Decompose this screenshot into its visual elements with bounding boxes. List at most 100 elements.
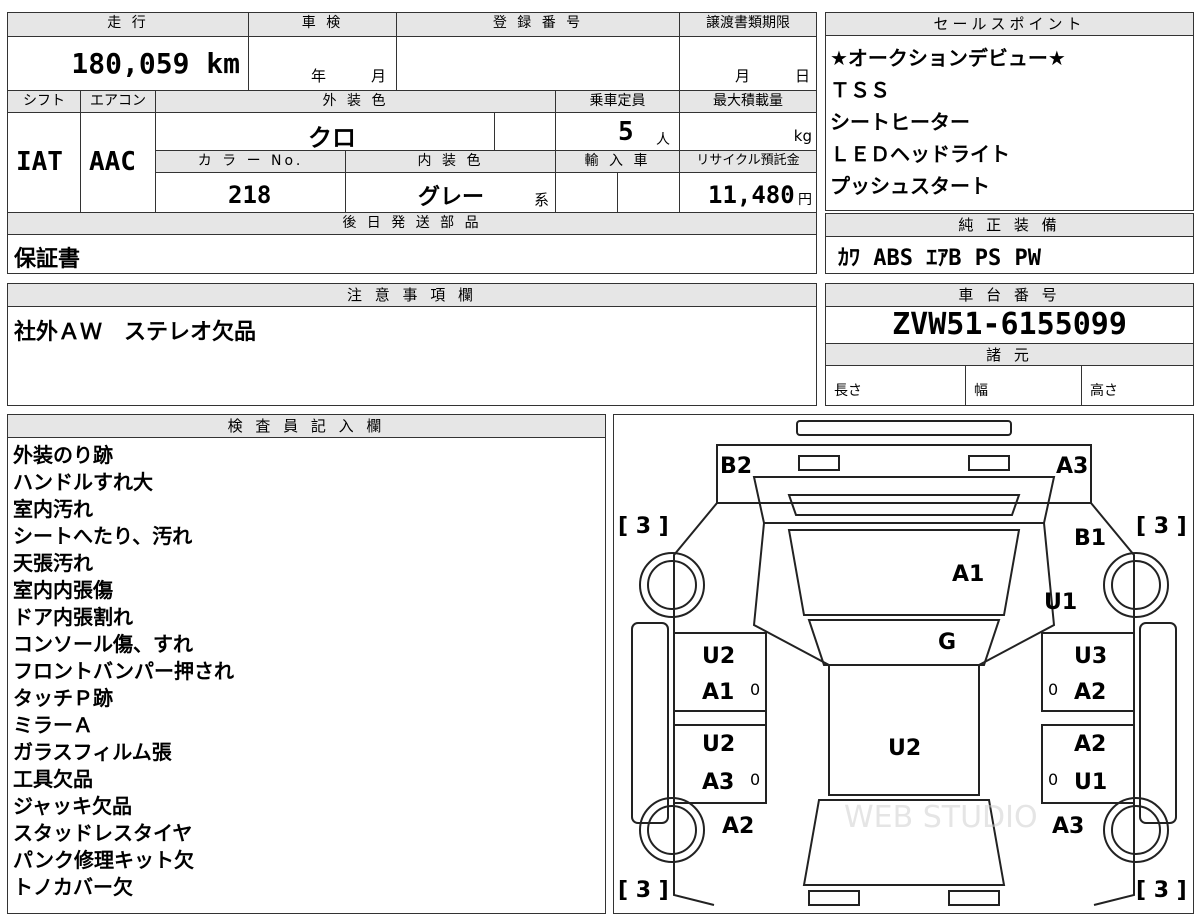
inspector-line: ハンドルすれ大 — [13, 470, 153, 494]
damage-mark: U1 — [1044, 590, 1077, 615]
shaken-header: 車 検 — [249, 13, 397, 37]
later-parts-cell: 保証書 — [8, 235, 817, 273]
deadline-day-unit: 日 — [795, 67, 811, 85]
capacity-unit: 人 — [656, 132, 670, 148]
inspector-line: シートへたり、汚れ — [13, 524, 193, 548]
spec-width-label: 幅 — [974, 383, 988, 399]
zero-mark: 0 — [750, 680, 760, 699]
spec-height: 高さ — [1082, 366, 1193, 405]
genuine-equipment-box: 純 正 装 備 ｶﾜ ABS ｴｱB PS PW — [825, 213, 1194, 274]
inspector-line: タッチＰ跡 — [13, 686, 113, 710]
inspector-line: パンク修理キット欠 — [13, 848, 194, 872]
recycle-unit: 円 — [798, 192, 812, 208]
exterior-color-value: クロ — [308, 124, 356, 152]
chassis-box: 車 台 番 号 ZVW51-6155099 諸 元 長さ 幅 高さ — [825, 283, 1194, 406]
wheel-rear-right-inner — [1111, 560, 1161, 610]
sales-points-header: セールスポイント — [826, 13, 1193, 36]
inspector-line: コンソール傷、すれ — [13, 632, 193, 656]
inspector-line: 外装のり跡 — [13, 443, 113, 467]
wheel-front-left — [639, 797, 705, 863]
interior-color-suffix: 系 — [534, 191, 550, 209]
sales-point-item: ＴＳＳ — [830, 78, 890, 102]
sales-points-list: ★オークションデビュー★ ＴＳＳ シートヒーター ＬＥＤヘッドライト プッシュス… — [826, 36, 1193, 208]
inspector-line: ガラスフィルム張 — [13, 740, 172, 764]
tire-tread-front-right: [ 3 ] — [1136, 878, 1187, 903]
right-side-rail — [1139, 622, 1177, 824]
registration-cell — [397, 37, 680, 91]
color-no-header: カ ラ ー No. — [156, 151, 346, 173]
deadline-cell: 月 日 — [680, 37, 817, 91]
chassis-header: 車 台 番 号 — [826, 284, 1193, 307]
capacity-value: 5 — [618, 117, 634, 147]
shaken-cell: 年 月 — [249, 37, 397, 91]
watermark: WEB STUDIO — [844, 800, 1038, 835]
rear-bumper-top — [796, 420, 1012, 436]
chassis-value-row: ZVW51-6155099 — [826, 306, 1193, 344]
wheel-rear-right — [1103, 552, 1169, 618]
damage-mark: A2 — [1074, 680, 1106, 705]
genuine-equipment-value: ｶﾜ ABS ｴｱB PS PW — [838, 246, 1041, 271]
inspector-line: ドア内張割れ — [13, 605, 133, 629]
aircon-cell: AAC — [81, 113, 156, 213]
capacity-cell: 5 人 — [556, 113, 680, 151]
inspector-line: 天張汚れ — [13, 551, 93, 575]
sales-point-item: ★オークションデビュー★ — [830, 46, 1066, 70]
recycle-cell: 11,480 円 — [680, 173, 817, 213]
damage-mark: A2 — [1074, 732, 1106, 757]
damage-mark: A3 — [1056, 454, 1088, 479]
inspector-line: スタッドレスタイヤ — [13, 821, 193, 845]
shaken-year-unit: 年 — [311, 67, 327, 85]
shift-value: IAT — [16, 147, 63, 177]
sales-points-box: セールスポイント ★オークションデビュー★ ＴＳＳ シートヒーター ＬＥＤヘッド… — [825, 12, 1194, 211]
interior-color-value: グレー — [418, 185, 485, 210]
damage-mark: A1 — [952, 562, 984, 587]
damage-mark: A1 — [702, 680, 734, 705]
damage-mark: B1 — [1074, 526, 1106, 551]
damage-mark: B2 — [720, 454, 752, 479]
damage-mark: A3 — [1052, 814, 1084, 839]
rear-lamp-left — [798, 455, 840, 471]
tire-tread-rear-left: [ 3 ] — [618, 514, 669, 539]
inspector-header: 検 査 員 記 入 欄 — [8, 415, 605, 438]
wheel-rear-left-inner — [647, 560, 697, 610]
inspector-line: 工具欠品 — [13, 767, 93, 791]
damage-mark: U2 — [702, 732, 735, 757]
color-no-cell: 218 — [156, 173, 346, 213]
inspector-line: ミラーＡ — [13, 713, 93, 737]
damage-mark: A2 — [722, 814, 754, 839]
zero-mark: 0 — [750, 770, 760, 789]
body-right-outline — [978, 502, 1135, 906]
rear-window — [787, 494, 1021, 516]
shaken-month-unit: 月 — [371, 67, 387, 85]
recycle-header: リサイクル預託金 — [680, 151, 817, 173]
later-parts-header: 後 日 発 送 部 品 — [8, 213, 817, 235]
tire-tread-front-left: [ 3 ] — [618, 878, 669, 903]
sales-point-item: シートヒーター — [830, 110, 970, 134]
wheel-front-right — [1103, 797, 1169, 863]
spec-length: 長さ — [826, 366, 966, 405]
damage-mark: U3 — [1074, 644, 1107, 669]
windshield — [807, 619, 1001, 666]
later-parts-value: 保証書 — [14, 247, 81, 272]
interior-color-cell: グレー 系 — [346, 173, 556, 213]
spec-width: 幅 — [966, 366, 1082, 405]
recycle-value: 11,480 — [708, 181, 795, 209]
spec-height-label: 高さ — [1090, 383, 1118, 399]
wheel-rear-left — [639, 552, 705, 618]
inspector-box: 検 査 員 記 入 欄 外装のり跡 ハンドルすれ大 室内汚れ シートへたり、汚れ… — [7, 414, 606, 914]
damage-mark: G — [938, 630, 956, 655]
zero-mark: 0 — [1048, 680, 1058, 699]
vehicle-info-table: 走 行 車 検 登 録 番 号 譲渡書類期限 180,059 km 年 月 月 … — [7, 12, 817, 274]
capacity-header: 乗車定員 — [556, 91, 680, 113]
damage-mark: A3 — [702, 770, 734, 795]
specs-header: 諸 元 — [826, 344, 1193, 366]
zero-mark: 0 — [1048, 770, 1058, 789]
notes-value: 社外ＡＷ ステレオ欠品 — [14, 320, 257, 345]
max-load-header: 最大積載量 — [680, 91, 817, 113]
deadline-month-unit: 月 — [735, 67, 751, 85]
rear-lamp-right — [968, 455, 1010, 471]
hood — [828, 664, 980, 796]
notes-header: 注 意 事 項 欄 — [8, 284, 816, 307]
wheel-front-right-inner — [1111, 805, 1161, 855]
import-cell-a — [556, 173, 618, 213]
